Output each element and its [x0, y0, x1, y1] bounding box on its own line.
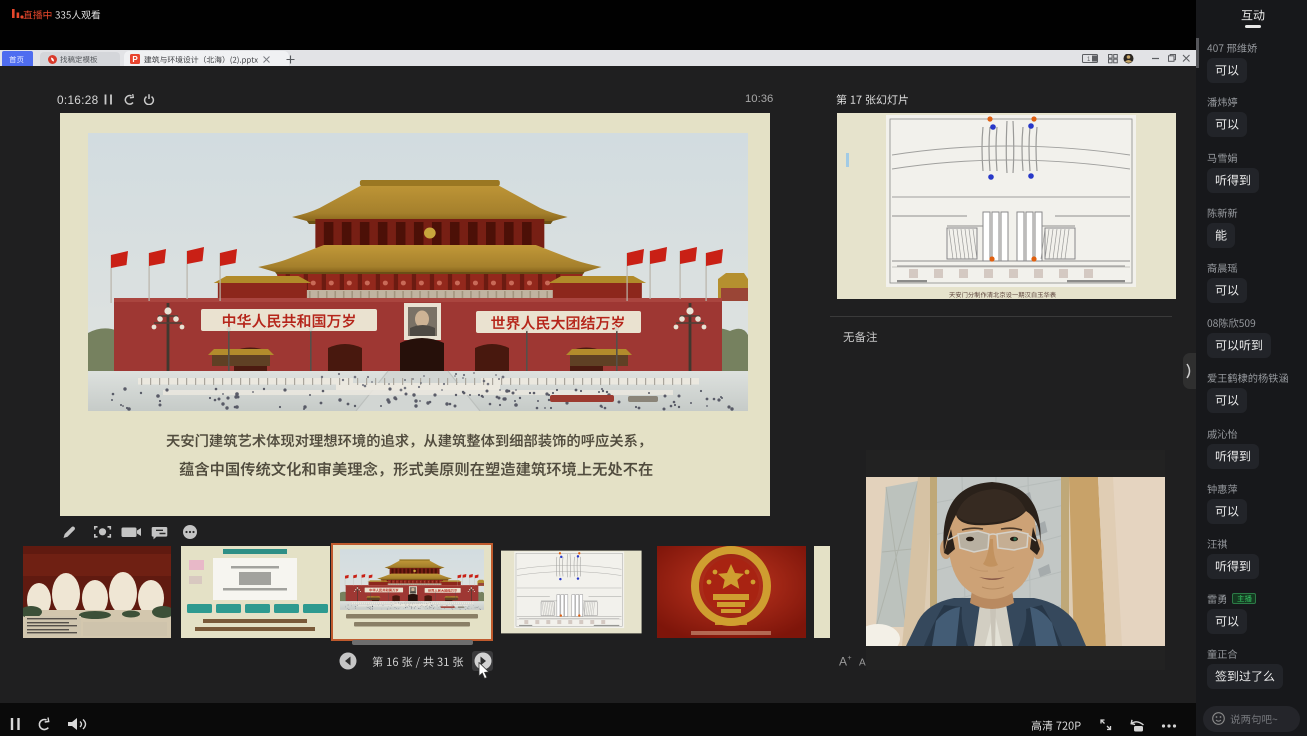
svg-text:+: + — [848, 655, 852, 662]
svg-text:A: A — [859, 658, 866, 669]
svg-text:P: P — [132, 55, 138, 64]
svg-text:A: A — [839, 655, 847, 669]
